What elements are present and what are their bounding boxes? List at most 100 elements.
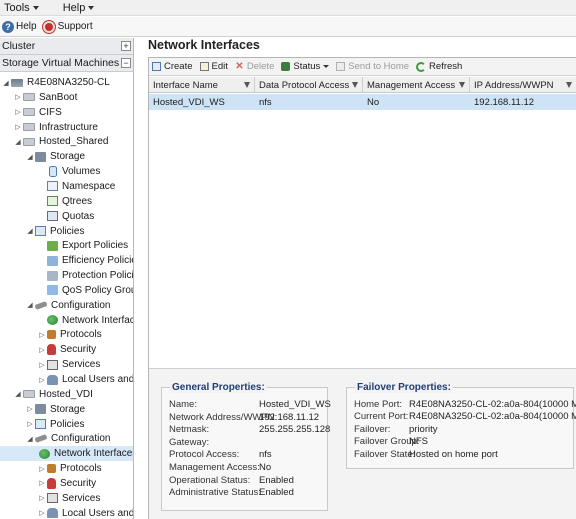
collapsed-arrow-icon[interactable]: ▷ (14, 123, 22, 131)
support-lifebuoy-icon (42, 20, 55, 33)
tree-item[interactable]: ▷ Security (0, 476, 96, 491)
column-header-interface-name[interactable]: Interface Name (149, 77, 255, 93)
help-icon: ? (2, 20, 14, 33)
tree-item[interactable]: ▷ Local Users and Gro (0, 372, 133, 387)
storage-icon (35, 404, 46, 415)
server-icon (11, 78, 23, 87)
expanded-arrow-icon[interactable]: ◢ (14, 138, 22, 146)
expanded-arrow-icon[interactable]: ◢ (14, 390, 22, 398)
filter-icon[interactable] (352, 82, 358, 88)
menu-tools-label: Tools (4, 1, 30, 14)
toolbar: Create Edit ✕ Delete Status Send to Home … (149, 58, 576, 76)
collapsed-arrow-icon[interactable]: ▷ (38, 346, 46, 354)
help-button[interactable]: ? Help (2, 20, 37, 33)
support-button[interactable]: Support (42, 20, 93, 33)
property-row: Name: Hosted_VDI_WS (169, 399, 331, 410)
collapsed-arrow-icon[interactable]: ▷ (26, 405, 34, 413)
collapsed-arrow-icon[interactable]: ▷ (38, 361, 46, 369)
collapsed-arrow-icon[interactable]: ▷ (38, 479, 46, 487)
tree-item[interactable]: ▷ Local Users and Gro (0, 506, 133, 519)
menu-tools[interactable]: Tools (0, 0, 45, 16)
tree-item[interactable]: ▷ Services (0, 357, 100, 372)
tree-item-label: Network Interfaces (54, 448, 134, 460)
tree-item[interactable]: ▷ SanBoot (0, 90, 77, 105)
send-home-label: Send to Home (348, 61, 410, 72)
tree-item[interactable]: ▷ Storage (0, 402, 85, 417)
collapse-minus-icon[interactable]: − (121, 58, 131, 68)
tree-item[interactable]: Network Interfaces (0, 446, 134, 462)
cluster-header[interactable]: Cluster + (0, 38, 133, 55)
edit-button[interactable]: Edit (199, 61, 228, 72)
eff-icon (47, 255, 58, 266)
tree-item[interactable]: ▷ Protocols (0, 327, 101, 342)
filter-icon[interactable] (459, 82, 465, 88)
expanded-arrow-icon[interactable]: ◢ (2, 79, 10, 87)
create-button[interactable]: Create (152, 61, 193, 72)
send-to-home-button[interactable]: Send to Home (336, 61, 409, 72)
collapsed-arrow-icon[interactable]: ▷ (38, 331, 46, 339)
tree-item[interactable]: ◢ Configuration (0, 431, 110, 446)
tree-item[interactable]: ◢ Policies (0, 224, 84, 239)
column-header-management-access[interactable]: Management Access (363, 77, 470, 93)
tree-item[interactable]: ▷ Policies (0, 417, 84, 432)
table-row[interactable]: Hosted_VDI_WS nfs No 192.168.11.12 (149, 94, 576, 110)
collapsed-arrow-icon[interactable]: ▷ (14, 108, 22, 116)
tree-item[interactable]: Network Interfaces (0, 313, 133, 328)
collapsed-arrow-icon[interactable]: ▷ (38, 376, 46, 384)
property-value: Enabled (259, 474, 294, 486)
expanded-arrow-icon[interactable]: ◢ (26, 435, 34, 443)
collapsed-arrow-icon[interactable]: ▷ (38, 509, 46, 517)
expanded-arrow-icon[interactable]: ◢ (26, 301, 34, 309)
collapsed-arrow-icon[interactable]: ▷ (14, 93, 22, 101)
tree-item-label: Network Interfaces (62, 314, 133, 326)
collapsed-arrow-icon[interactable]: ▷ (38, 465, 46, 473)
tree-item[interactable]: Qtrees (0, 194, 92, 209)
tree-item[interactable]: ◢ Storage (0, 149, 85, 164)
menu-help[interactable]: Help (59, 0, 101, 16)
tree-item[interactable]: Protection Policies (0, 268, 133, 283)
filter-icon[interactable] (244, 82, 250, 88)
property-key: Failover State: (354, 448, 416, 460)
tree-item[interactable]: ▷ Services (0, 491, 100, 506)
filter-icon[interactable] (566, 82, 572, 88)
tree-item[interactable]: ◢ R4E08NA3250-CL (0, 75, 110, 90)
chevron-down-icon (32, 5, 39, 10)
tree-item[interactable]: ◢ Hosted_Shared (0, 134, 108, 149)
tree-item[interactable]: Volumes (0, 164, 100, 179)
tree-item[interactable]: ▷ Protocols (0, 461, 101, 476)
details-pane: General Properties: Name: Hosted_VDI_WS Ne… (149, 368, 576, 519)
tree-item[interactable]: ▷ CIFS (0, 105, 61, 120)
expanded-arrow-icon[interactable]: ◢ (26, 227, 34, 235)
tree-item[interactable]: ◢ Configuration (0, 298, 110, 313)
status-dropdown[interactable]: Status (281, 61, 330, 72)
expand-plus-icon[interactable]: + (121, 41, 131, 51)
export-icon (47, 240, 58, 251)
tree-item-label: Configuration (51, 433, 111, 445)
folder-icon (23, 390, 35, 399)
collapsed-arrow-icon[interactable]: ▷ (38, 494, 46, 502)
expanded-arrow-icon[interactable]: ◢ (26, 153, 34, 161)
property-row: Management Access: No (169, 462, 271, 473)
status-label: Status (293, 61, 321, 72)
svm-header[interactable]: Storage Virtual Machines − (0, 55, 133, 72)
tree-item[interactable]: QoS Policy Groups (0, 283, 133, 298)
tree-item[interactable]: ▷ Infrastructure (0, 120, 98, 135)
tree-item[interactable]: Namespace (0, 179, 115, 194)
column-header-ip-address[interactable]: IP Address/WWPN (470, 77, 576, 93)
sec-icon (47, 344, 56, 356)
tree-item[interactable]: ◢ Hosted_VDI (0, 387, 93, 402)
tree-item-label: Policies (50, 418, 85, 430)
tree-item[interactable]: Quotas (0, 209, 94, 224)
delete-button[interactable]: ✕ Delete (235, 61, 274, 72)
menu-bar: Tools Help (0, 0, 576, 16)
folder-icon (23, 108, 35, 117)
tree-item[interactable]: Export Policies (0, 238, 128, 253)
tree-item[interactable]: ▷ Security (0, 342, 96, 357)
refresh-button[interactable]: Refresh (416, 61, 462, 72)
property-row: Failover Group: NFS (354, 436, 428, 447)
property-row: Gateway: (169, 437, 209, 448)
tree-item[interactable]: Efficiency Policies (0, 253, 133, 268)
policy-icon (35, 226, 46, 236)
collapsed-arrow-icon[interactable]: ▷ (26, 420, 34, 428)
column-header-data-protocol[interactable]: Data Protocol Access (255, 77, 363, 93)
